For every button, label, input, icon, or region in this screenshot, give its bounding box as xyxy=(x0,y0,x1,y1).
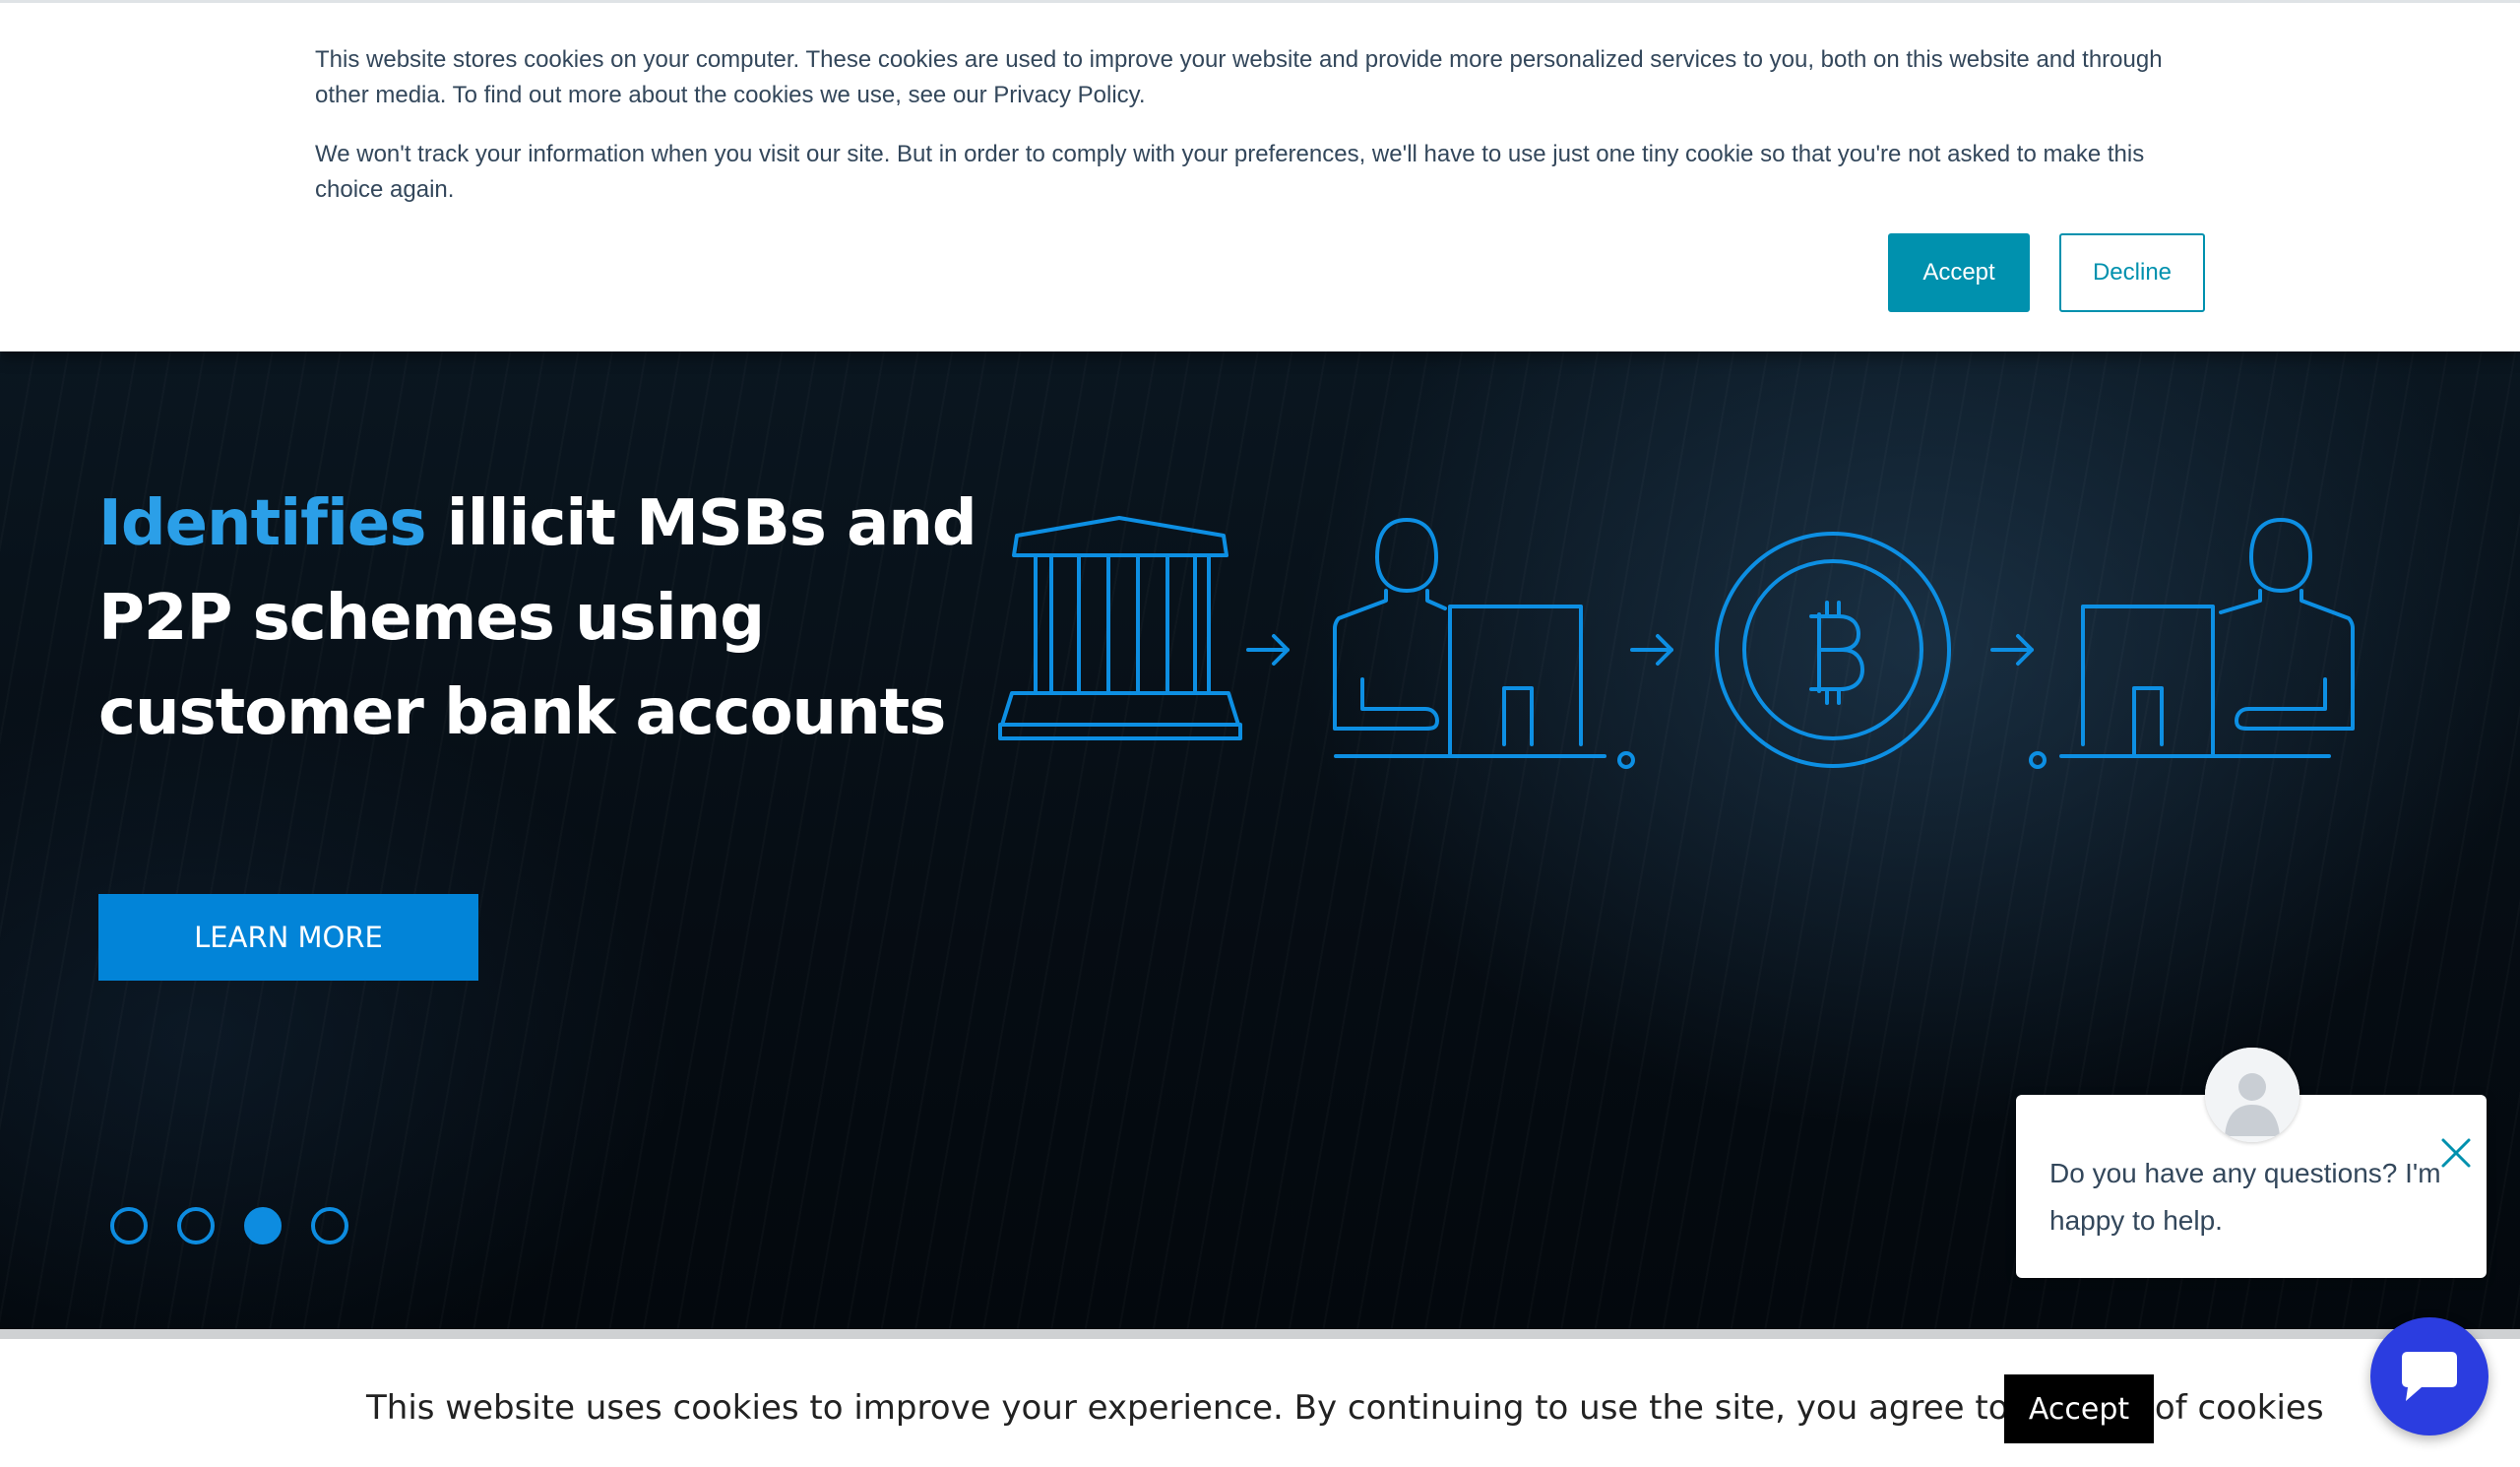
carousel-dot[interactable] xyxy=(110,1207,148,1244)
carousel-dot-active[interactable] xyxy=(244,1207,282,1244)
learn-more-button[interactable]: LEARN MORE xyxy=(98,894,478,981)
carousel-dot[interactable] xyxy=(311,1207,348,1244)
bitcoin-coin-icon xyxy=(1715,532,1951,768)
cookie-consent-text: This website stores cookies on your comp… xyxy=(315,46,2163,108)
money-flow-diagram xyxy=(998,516,2355,769)
bank-icon xyxy=(998,516,1242,740)
computer-with-person-icon xyxy=(2029,518,2355,769)
arrow-right-icon xyxy=(1990,634,2034,666)
hero-title-highlight: Identifies xyxy=(98,487,426,560)
hero-title: Identifies illicit MSBs and P2P schemes … xyxy=(98,477,984,760)
avatar-icon xyxy=(2205,1048,2300,1142)
cookie-notice-accept-button[interactable]: Accept xyxy=(2004,1374,2154,1443)
carousel-dot[interactable] xyxy=(177,1207,215,1244)
close-icon[interactable] xyxy=(2439,1136,2473,1170)
cookie-consent-banner: This website stores cookies on your comp… xyxy=(0,0,2520,351)
carousel-pagination xyxy=(110,1207,348,1244)
arrow-right-icon xyxy=(1246,634,1290,666)
person-at-computer-icon xyxy=(1333,518,1635,769)
chat-launcher-button[interactable] xyxy=(2370,1317,2488,1435)
arrow-right-icon xyxy=(1630,634,1673,666)
cookie-decline-button[interactable]: Decline xyxy=(2059,233,2205,312)
cookie-notice-bar: This website uses cookies to improve you… xyxy=(0,1339,2520,1467)
cookie-preference-text: We won't track your information when you… xyxy=(315,141,2145,203)
cookie-accept-button[interactable]: Accept xyxy=(1888,233,2030,312)
section-divider xyxy=(0,1329,2520,1339)
chat-icon xyxy=(2402,1352,2457,1401)
chat-welcome-message: Do you have any questions? I'm happy to … xyxy=(2049,1158,2441,1236)
